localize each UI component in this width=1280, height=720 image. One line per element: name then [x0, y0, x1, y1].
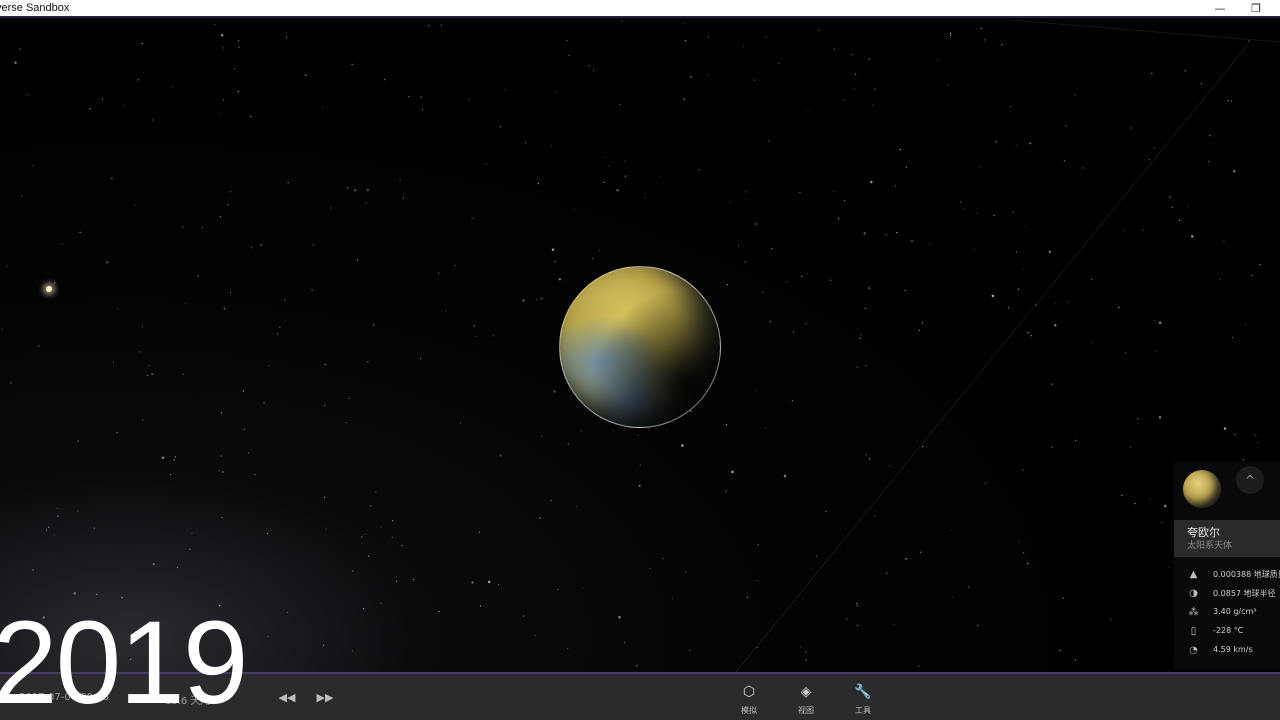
radius-icon: ◑ — [1189, 588, 1198, 599]
temperature-icon: ▯ — [1190, 626, 1197, 637]
tools-menu-button[interactable]: 🔧 工具 — [843, 682, 883, 716]
property-density: ⁂ 3.40 g/cm³ — [1174, 604, 1280, 623]
body-name-block[interactable]: 夸欧尔 太阳系天体 — [1174, 520, 1280, 557]
radius-value: 0.0857 地球半径 — [1213, 589, 1276, 598]
restore-button[interactable]: ❐ — [1238, 0, 1274, 17]
body-info-panel: ^ 夸欧尔 太阳系天体 ▲ 0.000388 地球质量 ◑ 0.0857 地球半… — [1174, 462, 1280, 670]
window-title-bar: verse Sandbox — ❐ — [0, 0, 1280, 18]
property-temperature: ▯ -228 °C — [1174, 623, 1280, 642]
rewind-button[interactable]: ◀◀ — [276, 688, 298, 708]
view-label: 视图 — [798, 706, 814, 715]
mass-icon: ▲ — [1189, 569, 1198, 580]
density-icon: ⁂ — [1188, 607, 1199, 618]
selected-planet[interactable] — [559, 266, 721, 428]
property-mass: ▲ 0.000388 地球质量 — [1174, 566, 1280, 585]
property-velocity: ◔ 4.59 km/s — [1174, 642, 1280, 661]
body-category: 太阳系天体 — [1187, 541, 1233, 551]
planet-thumbnail[interactable] — [1183, 470, 1221, 508]
minimize-button[interactable]: — — [1202, 0, 1238, 17]
view-menu-button[interactable]: ◈ 视图 — [786, 682, 826, 716]
space-viewport[interactable] — [0, 20, 1280, 672]
simulation-label: 模拟 — [741, 706, 757, 715]
property-radius: ◑ 0.0857 地球半径 — [1174, 585, 1280, 604]
window-title: verse Sandbox — [0, 2, 70, 14]
cube-icon: ⬡ — [742, 684, 756, 700]
distant-sun[interactable] — [46, 286, 52, 292]
wrench-icon: 🔧 — [854, 684, 872, 700]
collapse-panel-button[interactable]: ^ — [1236, 466, 1264, 494]
simulation-menu-button[interactable]: ⬡ 模拟 — [729, 682, 769, 716]
mass-value: 0.000388 地球质量 — [1213, 570, 1280, 579]
body-properties: ▲ 0.000388 地球质量 ◑ 0.0857 地球半径 ⁂ 3.40 g/c… — [1174, 566, 1280, 661]
density-value: 3.40 g/cm³ — [1213, 607, 1257, 616]
velocity-value: 4.59 km/s — [1213, 645, 1253, 654]
velocity-icon: ◔ — [1189, 645, 1198, 656]
tools-label: 工具 — [855, 706, 871, 715]
temperature-value: -228 °C — [1213, 626, 1244, 635]
fast-forward-button[interactable]: ▶▶ — [314, 688, 336, 708]
layers-icon: ◈ — [800, 684, 812, 700]
body-name: 夸欧尔 — [1187, 526, 1220, 539]
year-overlay: 2019 — [0, 597, 249, 720]
